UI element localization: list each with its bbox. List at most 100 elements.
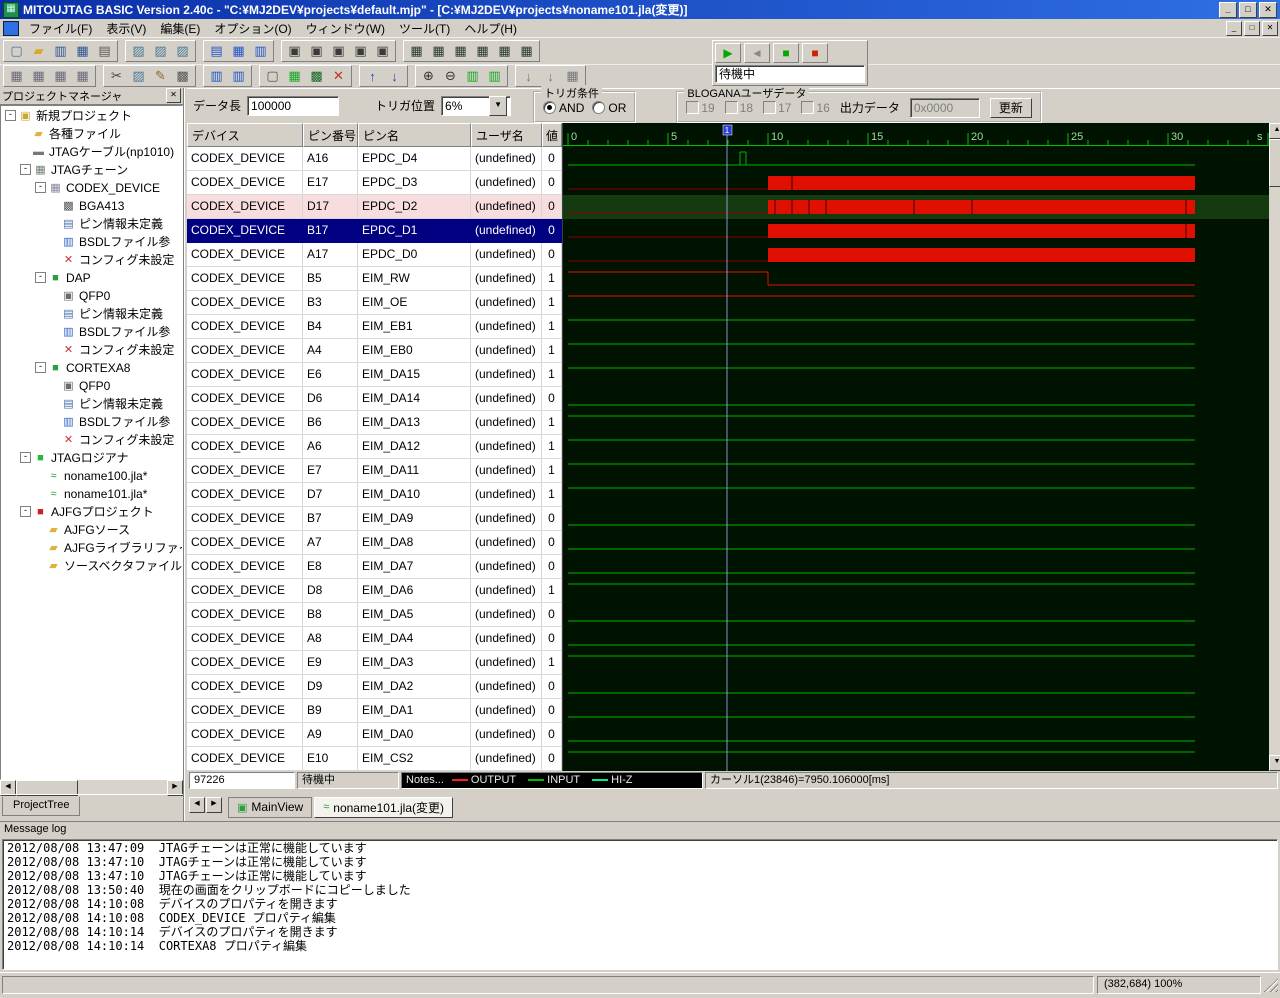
pin-row[interactable]: CODEX_DEVICEA8EIM_DA4(undefined)0: [187, 627, 562, 651]
column-header-3[interactable]: ユーザ名: [471, 123, 542, 147]
wave-view-1-icon[interactable]: ▦: [406, 42, 427, 60]
move-down-icon[interactable]: ↓: [384, 67, 405, 85]
cascade-windows-icon[interactable]: ▤: [206, 42, 227, 60]
pin-row[interactable]: CODEX_DEVICEA7EIM_DA8(undefined)0: [187, 531, 562, 555]
cursor-view-icon[interactable]: ▥: [484, 67, 505, 85]
tree-item[interactable]: ▤ピン情報未定義: [1, 395, 182, 413]
pin-row[interactable]: CODEX_DEVICEB3EIM_OE(undefined)1: [187, 291, 562, 315]
tree-item[interactable]: -▣新規プロジェクト: [1, 107, 182, 125]
maximize-button[interactable]: □: [1239, 2, 1257, 18]
zoom-in-icon[interactable]: ⊕: [418, 67, 439, 85]
zoom-out-icon[interactable]: ⊖: [440, 67, 461, 85]
annotate-icon[interactable]: ✎: [150, 67, 171, 85]
print-icon[interactable]: ▤: [94, 42, 115, 60]
tree-expander-icon[interactable]: -: [20, 164, 31, 175]
panel-close-icon[interactable]: ✕: [166, 88, 181, 103]
radio-and-icon[interactable]: [543, 101, 556, 114]
project-manager-titlebar[interactable]: プロジェクトマネージャ ✕: [0, 88, 183, 105]
update-button[interactable]: 更新: [990, 98, 1032, 118]
menu-item-1[interactable]: 表示(V): [99, 19, 153, 38]
column-header-2[interactable]: ピン名: [358, 123, 471, 147]
bscan-4-icon[interactable]: ▦: [72, 67, 93, 85]
pin-row[interactable]: CODEX_DEVICEB5EIM_RW(undefined)1: [187, 267, 562, 291]
mdi-close-button[interactable]: ✕: [1262, 21, 1278, 36]
logana-run-icon[interactable]: ▦: [284, 67, 305, 85]
open-project-icon[interactable]: ▰: [28, 42, 49, 60]
stop-button[interactable]: ■: [802, 43, 828, 63]
mdi-restore-button[interactable]: □: [1244, 21, 1260, 36]
blogana-check-18[interactable]: 18: [725, 101, 753, 115]
menu-item-0[interactable]: ファイル(F): [22, 19, 99, 38]
data-length-input[interactable]: [247, 96, 339, 116]
column-header-4[interactable]: 値: [542, 123, 562, 147]
pin-row[interactable]: CODEX_DEVICEE6EIM_DA15(undefined)1: [187, 363, 562, 387]
pin-row[interactable]: CODEX_DEVICED8EIM_DA6(undefined)1: [187, 579, 562, 603]
blogana-check-16[interactable]: 16: [801, 101, 829, 115]
grid-toggle-icon[interactable]: ▩: [172, 67, 193, 85]
project-tree[interactable]: -▣新規プロジェクト▰各種ファイル▬JTAGケーブル(np1010)-▦JTAG…: [0, 105, 183, 780]
tab-noname101[interactable]: ≈noname101.jla(変更): [314, 797, 453, 818]
save-all-icon[interactable]: ▦: [72, 42, 93, 60]
new-project-icon[interactable]: ▢: [6, 42, 27, 60]
wave-view-3-icon[interactable]: ▦: [450, 42, 471, 60]
pane-right-icon[interactable]: ▥: [228, 67, 249, 85]
view-mode-5-icon[interactable]: ▣: [372, 42, 393, 60]
run-button[interactable]: ▶: [715, 43, 741, 63]
pin-row[interactable]: CODEX_DEVICEB9EIM_DA1(undefined)0: [187, 699, 562, 723]
tree-item[interactable]: -■DAP: [1, 269, 182, 287]
tree-item[interactable]: -▦CODEX_DEVICE: [1, 179, 182, 197]
blogana-check-17[interactable]: 17: [763, 101, 791, 115]
pin-row[interactable]: CODEX_DEVICEB6EIM_DA13(undefined)1: [187, 411, 562, 435]
tree-item[interactable]: ▰AJFGライブラリファイル: [1, 539, 182, 557]
copy-image-icon[interactable]: ▨: [150, 42, 171, 60]
trigger-and-radio[interactable]: AND: [543, 101, 584, 115]
pin-table[interactable]: デバイスピン番号ピン名ユーザ名値 CODEX_DEVICEA16EPDC_D4(…: [187, 123, 562, 771]
split-view-icon[interactable]: ▥: [250, 42, 271, 60]
tree-item[interactable]: -■AJFGプロジェクト: [1, 503, 182, 521]
pin-row[interactable]: CODEX_DEVICEB4EIM_EB1(undefined)1: [187, 315, 562, 339]
tree-expander-icon[interactable]: -: [35, 362, 46, 373]
bscan-1-icon[interactable]: ▦: [6, 67, 27, 85]
pane-left-icon[interactable]: ▥: [206, 67, 227, 85]
tree-expander-icon[interactable]: -: [20, 506, 31, 517]
message-log-body[interactable]: 2012/08/08 13:47:09 JTAGチェーンは正常に機能しています …: [2, 839, 1278, 970]
scroll-down-icon[interactable]: ▼: [1269, 755, 1280, 771]
tile-windows-icon[interactable]: ▦: [228, 42, 249, 60]
view-mode-2-icon[interactable]: ▣: [306, 42, 327, 60]
save-project-icon[interactable]: ▥: [50, 42, 71, 60]
tree-item[interactable]: ✕コンフィグ未設定: [1, 431, 182, 449]
bscan-2-icon[interactable]: ▦: [28, 67, 49, 85]
tree-item[interactable]: ▩BGA413: [1, 197, 182, 215]
bscan-3-icon[interactable]: ▦: [50, 67, 71, 85]
tree-item[interactable]: ▥BSDLファイル参: [1, 233, 182, 251]
checkbox-icon[interactable]: [725, 101, 738, 114]
tree-item[interactable]: ≈noname101.jla*: [1, 485, 182, 503]
tree-expander-icon[interactable]: -: [5, 110, 16, 121]
menu-item-3[interactable]: オプション(O): [207, 19, 298, 38]
wave-view-2-icon[interactable]: ▦: [428, 42, 449, 60]
pin-row[interactable]: CODEX_DEVICED7EIM_DA10(undefined)1: [187, 483, 562, 507]
tree-item[interactable]: ▰各種ファイル: [1, 125, 182, 143]
pin-row[interactable]: CODEX_DEVICEB17EPDC_D1(undefined)0: [187, 219, 562, 243]
tree-item[interactable]: ▬JTAGケーブル(np1010): [1, 143, 182, 161]
pin-row[interactable]: CODEX_DEVICEE7EIM_DA11(undefined)1: [187, 459, 562, 483]
tab-mainview[interactable]: ▣MainView: [228, 797, 312, 818]
pin-row[interactable]: CODEX_DEVICEA4EIM_EB0(undefined)1: [187, 339, 562, 363]
checkbox-icon[interactable]: [801, 101, 814, 114]
menu-item-2[interactable]: 編集(E): [153, 19, 207, 38]
pin-row[interactable]: CODEX_DEVICED17EPDC_D2(undefined)0: [187, 195, 562, 219]
wave-view-6-icon[interactable]: ▦: [516, 42, 537, 60]
tabs-scroll-right-icon[interactable]: ▶: [206, 797, 222, 813]
step-button[interactable]: ◄: [744, 43, 770, 63]
tree-item[interactable]: ▤ピン情報未定義: [1, 215, 182, 233]
menu-item-5[interactable]: ツール(T): [392, 19, 457, 38]
output-data-input[interactable]: [910, 98, 980, 118]
tree-horizontal-scrollbar[interactable]: ◀ ▶: [0, 780, 183, 794]
chevron-down-icon[interactable]: ▼: [489, 96, 507, 116]
pin-row[interactable]: CODEX_DEVICEB7EIM_DA9(undefined)0: [187, 507, 562, 531]
tree-item[interactable]: ▰AJFGソース: [1, 521, 182, 539]
tree-item[interactable]: -▦JTAGチェーン: [1, 161, 182, 179]
scroll-up-icon[interactable]: ▲: [1269, 123, 1280, 139]
waveform-vertical-scrollbar[interactable]: ▲ ▼: [1269, 123, 1280, 771]
cut-icon[interactable]: ✂: [106, 67, 127, 85]
